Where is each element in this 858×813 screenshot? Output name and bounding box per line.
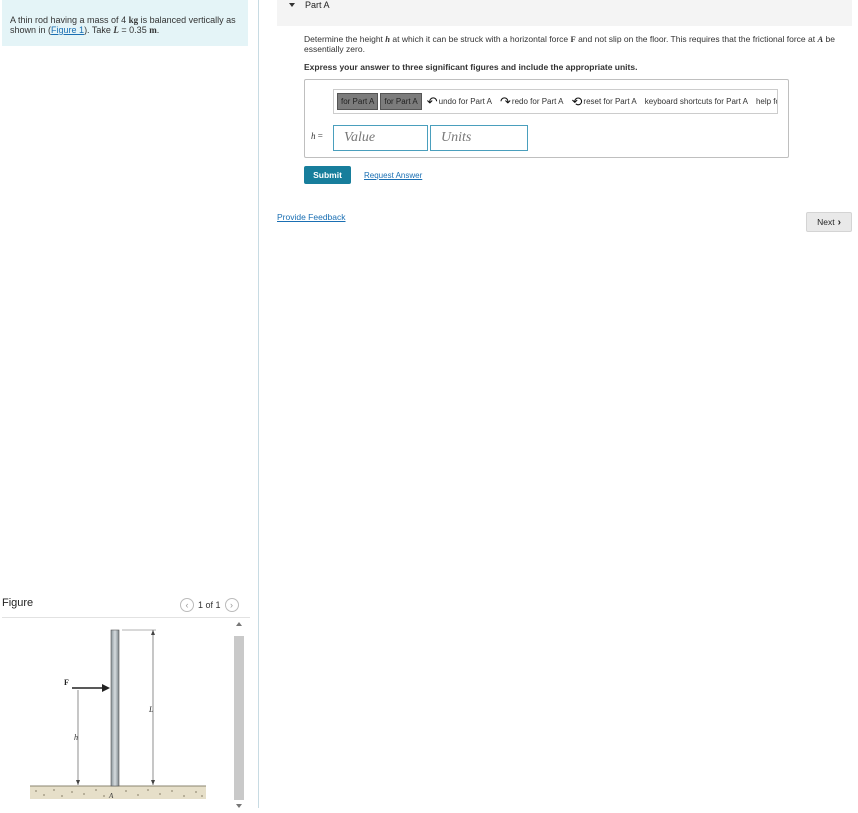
length-label: L (148, 705, 154, 714)
answer-equals: = (315, 131, 323, 141)
length-unit: m (149, 25, 157, 35)
value-input[interactable]: Value (333, 125, 428, 151)
figure-scrollbar[interactable] (233, 622, 245, 808)
height-arrowhead (76, 780, 80, 785)
scroll-thumb[interactable] (234, 636, 244, 800)
force-label: F (64, 678, 69, 687)
rod-diagram: F h L A (30, 629, 206, 800)
reset-button[interactable]: ⟲ reset for Part A (569, 93, 640, 110)
template-button[interactable]: for Part A (337, 93, 379, 110)
math-toolbar: for Part A for Part A ↶ undo for Part A ↷… (333, 89, 778, 114)
reset-button-label: reset for Part A (583, 97, 637, 106)
next-button-label: Next (817, 217, 835, 227)
undo-icon: ↶ (426, 93, 438, 109)
column-divider (258, 0, 259, 808)
rod (110, 629, 120, 787)
undo-button-label: undo for Part A (438, 97, 492, 106)
problem-statement: A thin rod having a mass of 4 kg is bala… (2, 0, 248, 46)
length-arrowhead-bottom (151, 780, 155, 785)
answer-instruction: Express your answer to three significant… (304, 62, 638, 72)
keyboard-shortcuts-label: keyboard shortcuts for Part A (644, 97, 748, 106)
request-answer-link[interactable]: Request Answer (364, 171, 422, 180)
help-button-label: help for Part A (755, 97, 777, 106)
part-header[interactable]: Part A (277, 0, 852, 26)
chevron-right-icon: › (837, 216, 841, 228)
submit-button[interactable]: Submit (304, 166, 351, 184)
help-button[interactable]: help for Part A (753, 93, 777, 110)
figure-page-count: 1 of 1 (198, 600, 221, 610)
force-arrowhead (102, 684, 110, 692)
template-button-label: for Part A (341, 97, 375, 106)
next-button[interactable]: Next › (806, 212, 852, 232)
ground-block (30, 786, 206, 799)
units-input[interactable]: Units (430, 125, 528, 151)
answer-variable-label: h = (311, 131, 323, 141)
problem-text: = 0.35 (118, 25, 150, 35)
question-fragment: Determine the height (304, 34, 386, 44)
redo-button-label: redo for Part A (511, 97, 564, 106)
figure-link[interactable]: Figure 1 (51, 25, 84, 35)
chevron-right-icon[interactable]: › (224, 598, 239, 612)
keyboard-shortcuts-button[interactable]: keyboard shortcuts for Part A (642, 93, 751, 110)
symbols-button[interactable]: for Part A (380, 93, 422, 110)
collapse-triangle-icon[interactable] (289, 3, 295, 7)
question-fragment: at which it can be struck with a horizon… (390, 34, 571, 44)
problem-text: . (156, 25, 160, 35)
part-title: Part A (305, 0, 330, 10)
scroll-up-icon[interactable] (236, 622, 242, 626)
length-arrowhead-top (151, 630, 155, 635)
problem-text: ). Take (84, 25, 114, 35)
figure-heading: Figure (2, 597, 34, 609)
figure-image: F h L A (2, 618, 230, 808)
chevron-left-icon[interactable]: ‹ (180, 598, 194, 612)
redo-button[interactable]: ↷ redo for Part A (497, 93, 567, 110)
provide-feedback-link[interactable]: Provide Feedback (277, 212, 346, 222)
undo-button[interactable]: ↶ undo for Part A (424, 93, 495, 110)
reset-icon: ⟲ (571, 93, 583, 109)
mass-unit: kg (128, 15, 139, 25)
question-text: Determine the height h at which it can b… (304, 34, 854, 54)
redo-icon: ↷ (500, 93, 511, 109)
problem-text: A thin rod having a mass of 4 (10, 15, 129, 25)
point-a-label: A (108, 792, 114, 800)
figure-pager: ‹ 1 of 1 › (180, 597, 239, 613)
symbols-button-label: for Part A (384, 97, 418, 106)
question-fragment: and not slip on the floor. This requires… (575, 34, 818, 44)
height-label: h (74, 733, 78, 742)
scroll-down-icon[interactable] (236, 804, 242, 808)
